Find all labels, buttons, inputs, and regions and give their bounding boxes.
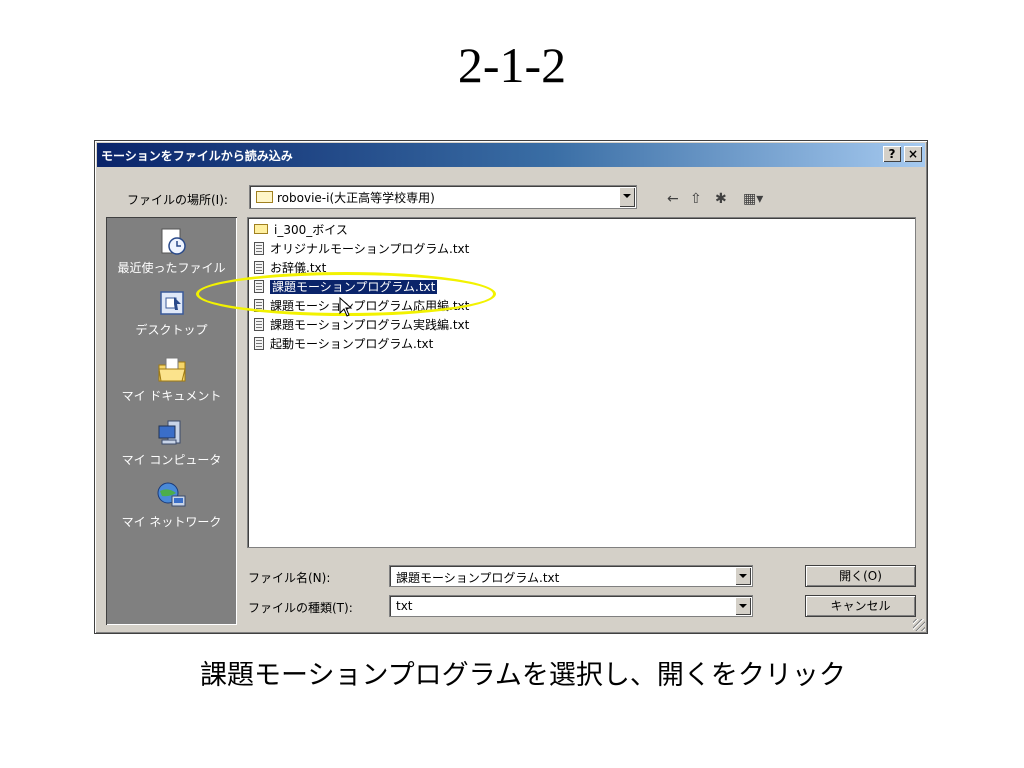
- lookin-value: robovie-i(大正高等学校専用): [277, 191, 435, 205]
- dialog-title: モーションをファイルから読み込み: [101, 149, 293, 163]
- new-folder-icon[interactable]: ✱: [715, 190, 727, 208]
- my-network-icon: [156, 481, 188, 511]
- dialog-titlebar[interactable]: モーションをファイルから読み込み ? ×: [97, 143, 925, 167]
- filetype-value: txt: [396, 599, 413, 613]
- lookin-label: ファイルの場所(I):: [127, 193, 228, 207]
- place-my-documents[interactable]: マイ ドキュメント: [106, 355, 237, 404]
- filename-value: 課題モーションプログラム.txt: [396, 571, 560, 585]
- place-recent[interactable]: 最近使ったファイル: [106, 227, 237, 276]
- open-button[interactable]: 開く(O): [805, 565, 916, 587]
- cancel-button[interactable]: キャンセル: [805, 595, 916, 617]
- text-file-icon: [254, 242, 264, 255]
- up-folder-icon[interactable]: ⇧: [690, 190, 702, 208]
- text-file-icon: [254, 337, 264, 350]
- desktop-icon: [156, 289, 188, 319]
- chevron-down-icon[interactable]: [619, 187, 635, 207]
- slide-title: 2-1-2: [457, 37, 567, 93]
- lookin-combo[interactable]: robovie-i(大正高等学校専用): [249, 185, 637, 209]
- folder-icon: [256, 191, 273, 203]
- chevron-down-icon[interactable]: [735, 567, 751, 585]
- text-file-icon: [254, 318, 264, 331]
- back-icon[interactable]: ←: [667, 190, 679, 208]
- recent-files-icon: [156, 227, 188, 257]
- close-button[interactable]: ×: [904, 146, 922, 162]
- mouse-pointer-icon: [339, 297, 353, 317]
- places-bar: 最近使ったファイル デスクトップ マイ ドキュメント マイ コンピュータ マイ …: [106, 217, 237, 625]
- help-button[interactable]: ?: [883, 146, 901, 162]
- filetype-label: ファイルの種類(T):: [248, 601, 353, 615]
- place-my-network[interactable]: マイ ネットワーク: [106, 481, 237, 530]
- filename-label: ファイル名(N):: [248, 571, 331, 585]
- filetype-select[interactable]: txt: [389, 595, 753, 617]
- slide-caption: 課題モーションプログラムを選択し、開くをクリック: [200, 660, 846, 691]
- resize-grip-icon[interactable]: [913, 619, 925, 631]
- my-computer-icon: [156, 419, 188, 449]
- list-item[interactable]: 課題モーションプログラム実践編.txt: [254, 316, 469, 334]
- chevron-down-icon[interactable]: [735, 597, 751, 615]
- list-item[interactable]: オリジナルモーションプログラム.txt: [254, 240, 469, 258]
- list-item[interactable]: 起動モーションプログラム.txt: [254, 335, 433, 353]
- filename-input[interactable]: 課題モーションプログラム.txt: [389, 565, 753, 587]
- my-documents-icon: [156, 355, 188, 385]
- list-item[interactable]: i_300_ボイス: [254, 221, 348, 239]
- place-my-computer[interactable]: マイ コンピュータ: [106, 419, 237, 468]
- folder-icon: [254, 224, 268, 234]
- text-file-icon: [254, 261, 264, 274]
- open-file-dialog: モーションをファイルから読み込み ? × ファイルの場所(I): robovie…: [94, 140, 928, 634]
- file-list[interactable]: i_300_ボイス オリジナルモーションプログラム.txt お辞儀.txt 課題…: [247, 217, 916, 548]
- views-menu-icon[interactable]: ▦▾: [743, 190, 763, 208]
